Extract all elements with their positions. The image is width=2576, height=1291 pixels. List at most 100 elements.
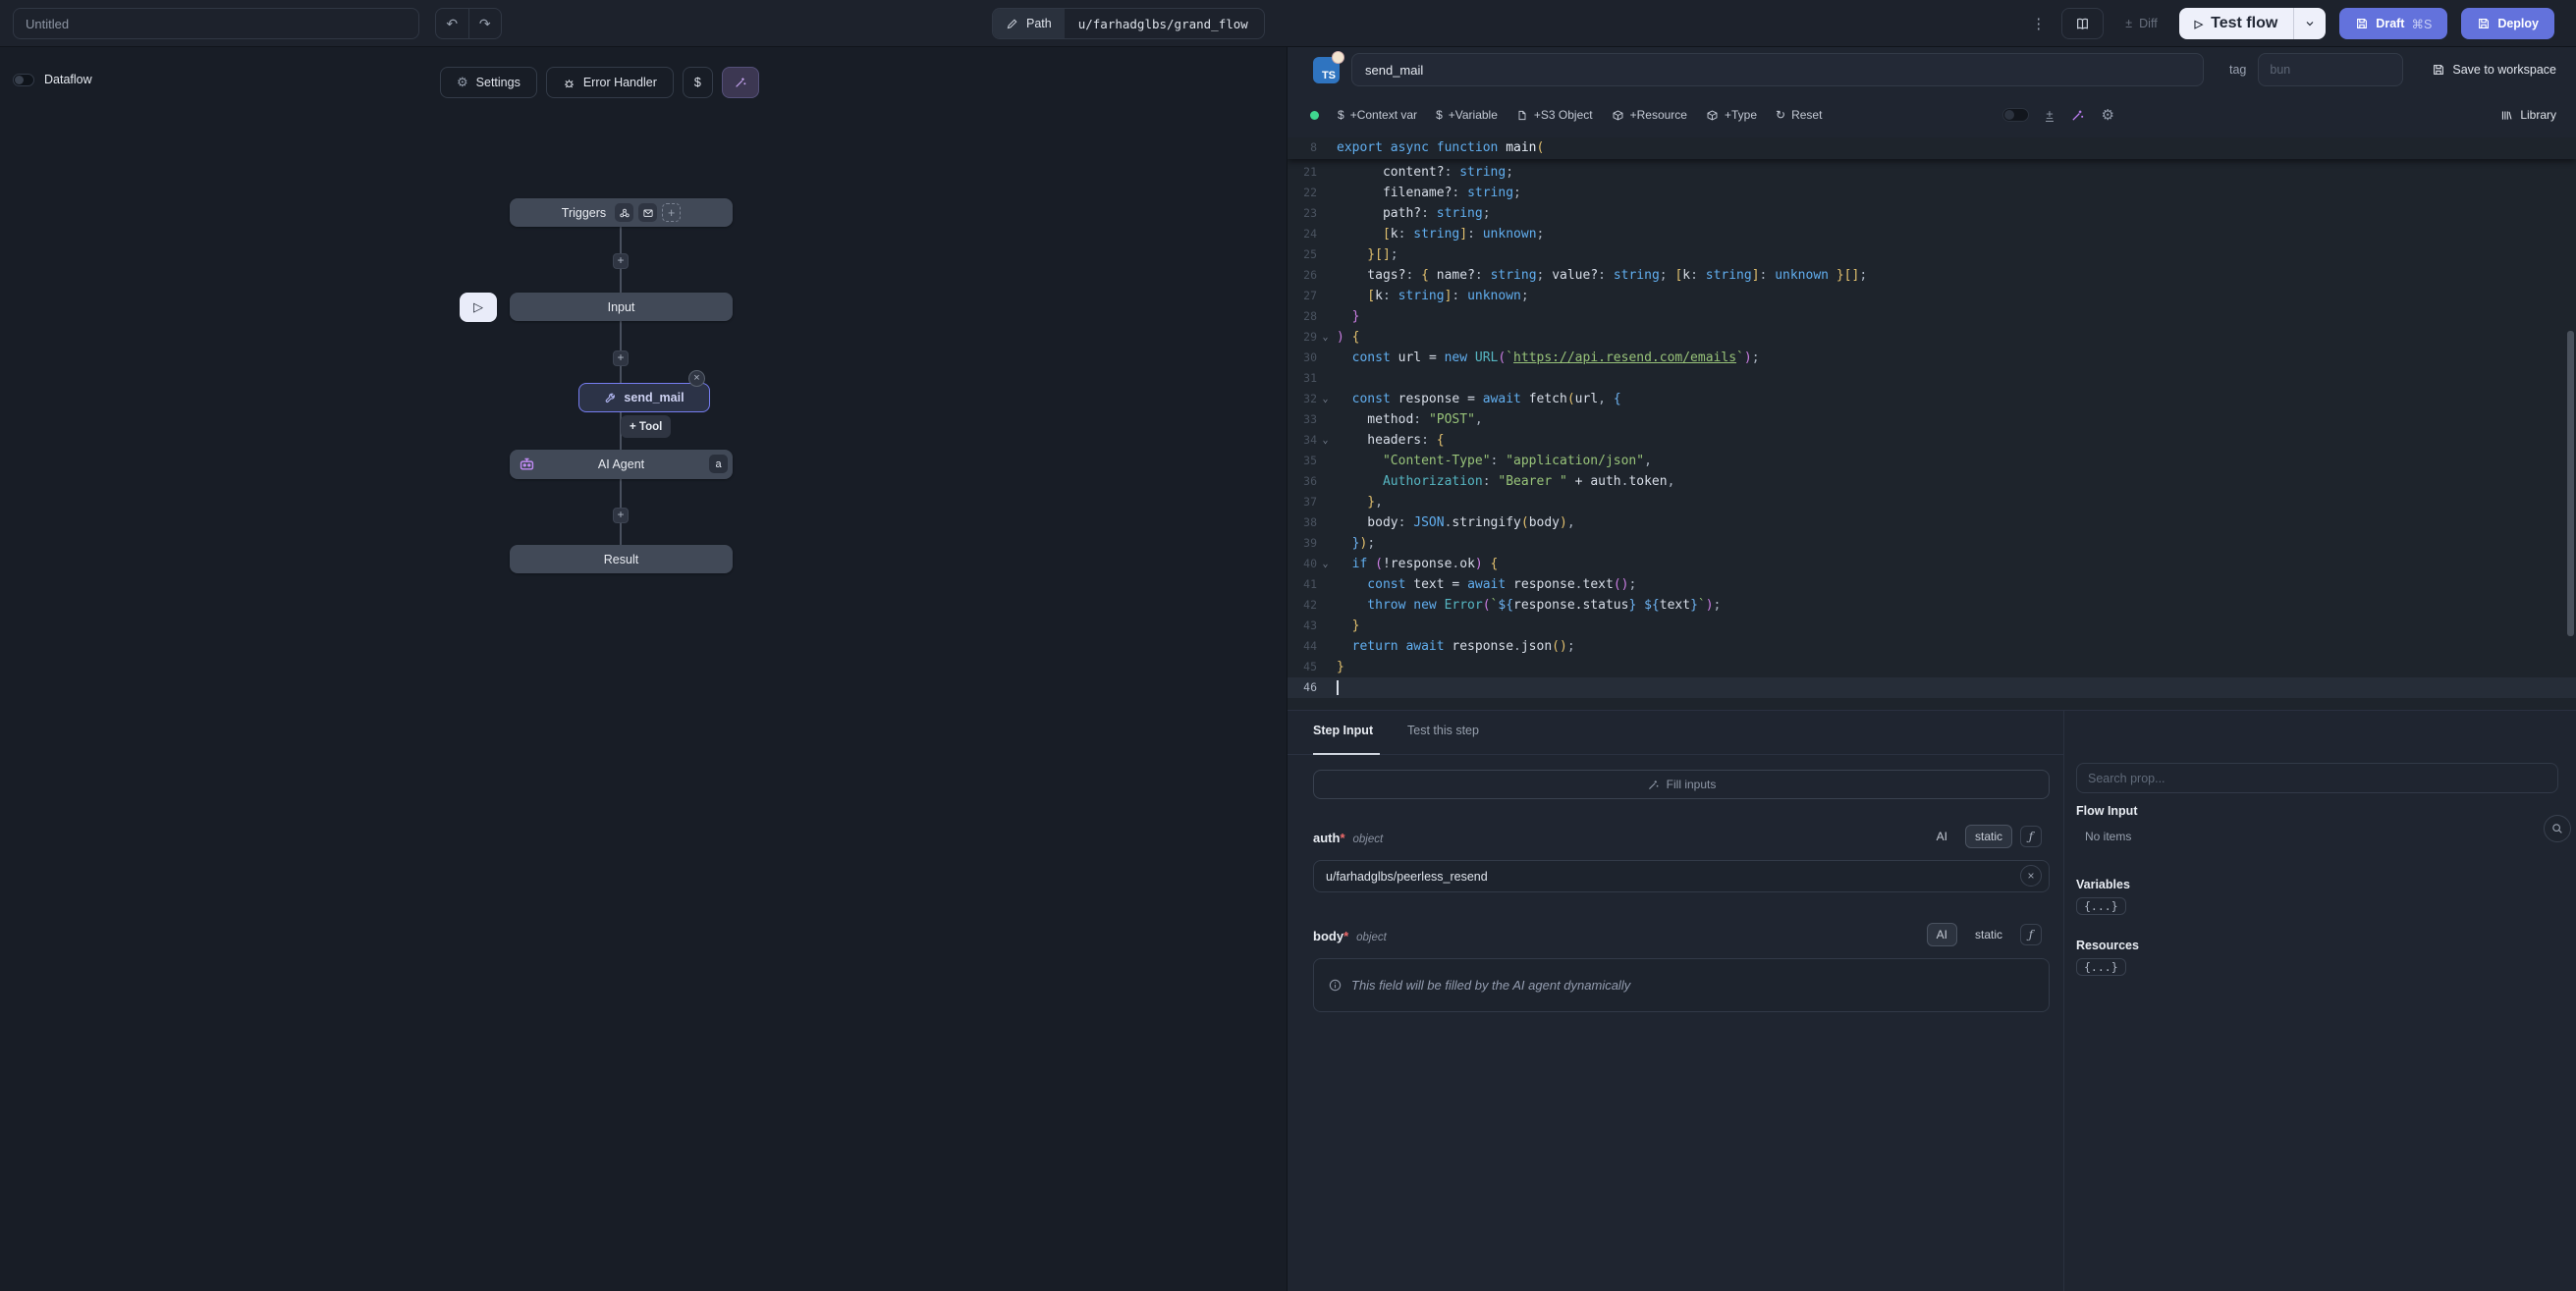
dataflow-label: Dataflow [44, 73, 92, 86]
add-variable-button[interactable]: $ +Variable [1436, 108, 1498, 122]
fill-inputs-button[interactable]: Fill inputs [1313, 770, 2050, 799]
code-line-23[interactable]: 23 path?: string; [1288, 203, 2576, 224]
docs-button[interactable] [2061, 8, 2104, 39]
code-line-44[interactable]: 44 return await response.json(); [1288, 636, 2576, 657]
variables-object-badge[interactable]: {...} [2076, 897, 2126, 915]
auth-static-mode-button[interactable]: static [1965, 825, 2012, 848]
auth-ai-mode-button[interactable]: AI [1927, 825, 1957, 848]
add-type-button[interactable]: +Type [1706, 108, 1757, 122]
code-line-40[interactable]: 40⌄ if (!response.ok) { [1288, 554, 2576, 574]
search-icon[interactable] [2544, 815, 2571, 842]
draft-button[interactable]: Draft ⌘S [2339, 8, 2447, 39]
step-name-input[interactable] [1351, 53, 2204, 86]
code-editor[interactable]: 20⌄ attachments?: {21 content?: string;2… [1288, 137, 2576, 710]
fold-chevron-icon[interactable]: ⌄ [1320, 554, 1331, 574]
add-s3-object-button[interactable]: +S3 Object [1516, 108, 1593, 122]
wrench-icon [604, 392, 617, 404]
env-vars-button[interactable]: $ [683, 67, 713, 98]
code-line-42[interactable]: 42 throw new Error(`${response.status} $… [1288, 595, 2576, 616]
expression-mode-icon[interactable]: ƒ [2020, 826, 2042, 847]
fold-chevron-icon[interactable]: ⌄ [1320, 327, 1331, 348]
code-line-27[interactable]: 27 [k: string]: unknown; [1288, 286, 2576, 306]
path-widget[interactable]: Path u/farhadglbs/grand_flow [992, 8, 1265, 39]
code-line-46[interactable]: 46 [1288, 677, 2576, 698]
code-line-28[interactable]: 28 } [1288, 306, 2576, 327]
add-step-button[interactable]: + [613, 350, 629, 366]
code-line-35[interactable]: 35 "Content-Type": "application/json", [1288, 451, 2576, 471]
settings-button[interactable]: ⚙ Settings [440, 67, 537, 98]
resources-object-badge[interactable]: {...} [2076, 958, 2126, 976]
add-context-var-button[interactable]: $ +Context var [1338, 108, 1417, 122]
fold-chevron-icon[interactable]: ⌄ [1320, 389, 1331, 409]
flow-canvas[interactable]: Dataflow ⚙ Settings Error Handler $ Trig… [0, 47, 1287, 1291]
editor-scrollbar[interactable] [2567, 331, 2574, 636]
tab-test-this-step[interactable]: Test this step [1407, 724, 1479, 737]
code-line-32[interactable]: 32⌄ const response = await fetch(url, { [1288, 389, 2576, 409]
test-flow-dropdown[interactable] [2293, 8, 2326, 39]
code-line-8[interactable]: 8export async function main( [1288, 137, 2576, 158]
flow-title-input[interactable] [13, 8, 419, 39]
add-step-button[interactable]: + [613, 508, 629, 523]
email-trigger-icon[interactable] [638, 203, 657, 222]
more-menu-icon[interactable]: ⋮ [2029, 15, 2048, 32]
error-handler-button[interactable]: Error Handler [546, 67, 674, 98]
line-number: 32⌄ [1288, 389, 1337, 409]
dataflow-toggle[interactable] [13, 74, 34, 86]
code-line-43[interactable]: 43 } [1288, 616, 2576, 636]
diff-button[interactable]: ± Diff [2117, 8, 2165, 39]
node-input[interactable]: Input [510, 293, 733, 321]
code-line-33[interactable]: 33 method: "POST", [1288, 409, 2576, 430]
webhook-trigger-icon[interactable] [615, 203, 633, 222]
test-flow-button[interactable]: ▷ Test flow [2179, 8, 2327, 39]
code-line-31[interactable]: 31 [1288, 368, 2576, 389]
code-line-39[interactable]: 39 }); [1288, 533, 2576, 554]
clear-auth-button[interactable]: × [2020, 865, 2042, 887]
code-line-36[interactable]: 36 Authorization: "Bearer " + auth.token… [1288, 471, 2576, 492]
code-line-24[interactable]: 24 [k: string]: unknown; [1288, 224, 2576, 244]
body-static-mode-button[interactable]: static [1965, 923, 2012, 946]
fold-chevron-icon[interactable]: ⌄ [1320, 430, 1331, 451]
editor-toggle[interactable] [2002, 108, 2029, 122]
diff-mode-icon[interactable]: ± [2046, 108, 2053, 122]
redo-button[interactable]: ↷ [468, 9, 502, 38]
body-ai-info-box: This field will be filled by the AI agen… [1313, 958, 2050, 1012]
code-line-37[interactable]: 37 }, [1288, 492, 2576, 512]
search-prop-input[interactable] [2076, 763, 2558, 793]
save-to-workspace-button[interactable]: Save to workspace [2432, 63, 2556, 77]
deploy-button[interactable]: Deploy [2461, 8, 2554, 39]
add-step-button[interactable]: + [613, 253, 629, 269]
node-triggers[interactable]: Triggers + [510, 198, 733, 227]
code-line-22[interactable]: 22 filename?: string; [1288, 183, 2576, 203]
body-ai-mode-button[interactable]: AI [1927, 923, 1957, 946]
code-line-41[interactable]: 41 const text = await response.text(); [1288, 574, 2576, 595]
code-line-29[interactable]: 29⌄) { [1288, 327, 2576, 348]
code-line-30[interactable]: 30 const url = new URL(`https://api.rese… [1288, 348, 2576, 368]
ai-wand-icon[interactable] [2070, 108, 2085, 123]
code-line-25[interactable]: 25 }[]; [1288, 244, 2576, 265]
node-result[interactable]: Result [510, 545, 733, 573]
tag-input[interactable] [2258, 53, 2403, 86]
code-line-26[interactable]: 26 tags?: { name?: string; value?: strin… [1288, 265, 2576, 286]
library-button[interactable]: Library [2500, 92, 2556, 137]
add-tool-button[interactable]: + Tool [621, 415, 671, 438]
auth-value-input[interactable] [1313, 860, 2050, 892]
bug-icon [563, 77, 575, 89]
undo-button[interactable]: ↶ [436, 9, 468, 38]
node-ai-agent[interactable]: AI Agent a [510, 450, 733, 479]
expression-mode-icon[interactable]: ƒ [2020, 924, 2042, 945]
add-trigger-button[interactable]: + [662, 203, 681, 222]
node-send-mail-tool[interactable]: send_mail [578, 383, 710, 412]
code-line-38[interactable]: 38 body: JSON.stringify(body), [1288, 512, 2576, 533]
remove-tool-button[interactable]: × [688, 370, 705, 387]
ai-assistant-button[interactable] [722, 67, 759, 98]
tab-step-input[interactable]: Step Input [1313, 724, 1373, 737]
reset-button[interactable]: ↻ Reset [1776, 108, 1822, 122]
code-line-21[interactable]: 21 content?: string; [1288, 162, 2576, 183]
gear-icon[interactable]: ⚙ [2102, 106, 2114, 124]
code-line-34[interactable]: 34⌄ headers: { [1288, 430, 2576, 451]
code-line-45[interactable]: 45} [1288, 657, 2576, 677]
add-resource-button[interactable]: +Resource [1612, 108, 1687, 122]
path-value[interactable]: u/farhadglbs/grand_flow [1065, 9, 1264, 38]
run-flow-button[interactable]: ▷ [460, 293, 497, 322]
code-text: }[]; [1337, 244, 1398, 265]
